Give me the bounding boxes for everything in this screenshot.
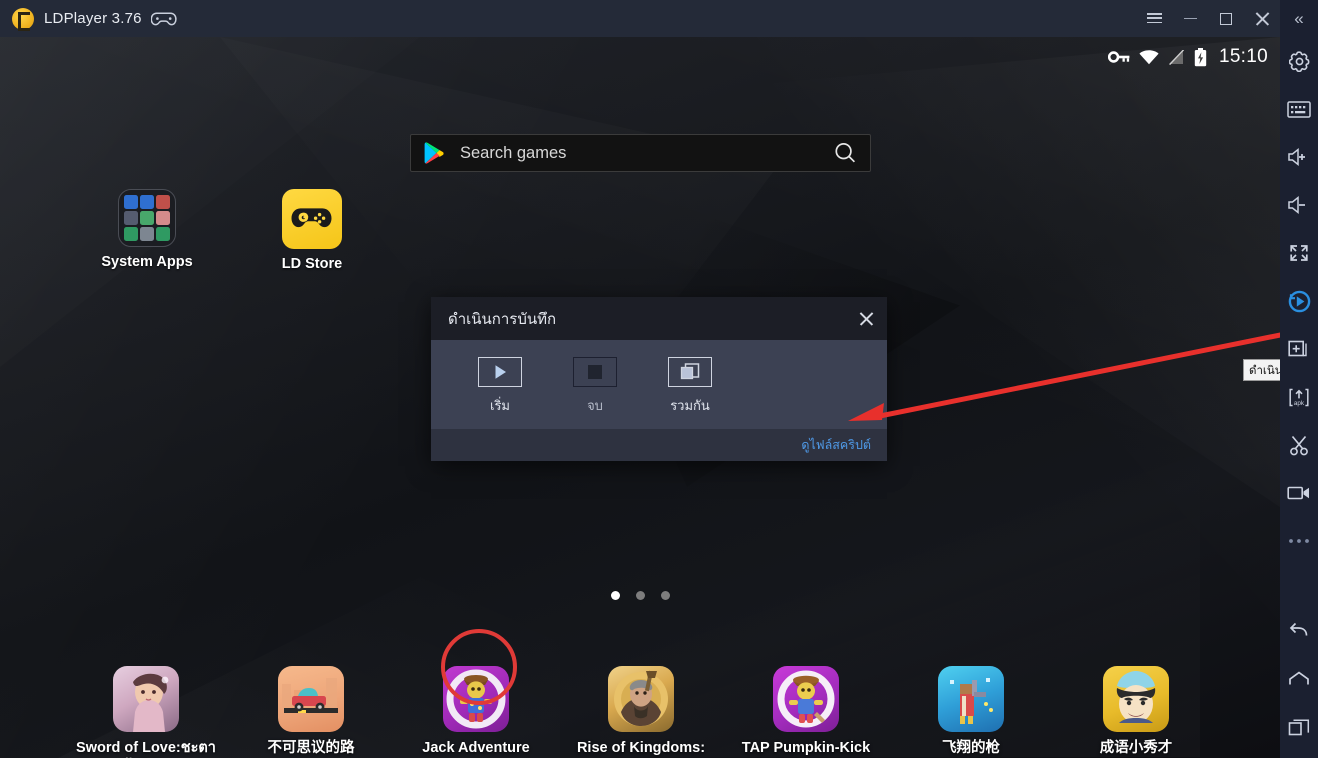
android-screen: 15:10 Search games System Apps LD Store … [0,37,1280,758]
impossible-road-icon [278,666,344,732]
svg-text:apk: apk [1294,400,1305,407]
sidebar-tooltip: ดำเนินการการบันทึก [1243,359,1280,381]
sword-of-love-icon [113,666,179,732]
stop-icon [573,357,617,387]
close-icon[interactable] [1244,0,1280,37]
dialog-title: ดำเนินการบันทึก [448,310,557,328]
rise-of-kingdoms-icon [608,666,674,732]
view-script-file-link[interactable]: ดูไฟล์สคริปต์ [801,435,871,455]
record-start-button[interactable]: เริ่ม [472,357,528,416]
sidebar-item-home[interactable] [1280,654,1318,702]
dock-item-sword-of-love[interactable]: Sword of Love:ชะตาฟ้าลิขิต [71,666,221,758]
battery-charging-icon [1194,47,1207,67]
sidebar-item-recent-apps[interactable] [1280,702,1318,750]
tap-pumpkin-kick-icon [773,666,839,732]
merge-scripts-button[interactable]: รวมกัน [662,357,718,416]
sidebar-item-more[interactable] [1280,517,1318,565]
sidebar-item-scissors[interactable] [1280,421,1318,469]
sidebar-nav-buttons [1280,606,1318,750]
record-stop-button[interactable]: จบ [567,357,623,416]
status-clock: 15:10 [1218,46,1268,67]
page-dot[interactable] [635,591,645,600]
dialog-footer: ดูไฟล์สคริปต์ [431,429,887,461]
dock-item-label: 成语小秀才 [1099,740,1173,756]
page-dot-active[interactable] [610,591,620,600]
search-input-placeholder[interactable]: Search games [460,144,833,163]
right-sidebar: apk [1280,37,1318,758]
system-apps-folder-icon [118,189,176,247]
android-status-bar: 15:10 [1107,37,1280,77]
sidebar-item-keyboard-mapping[interactable] [1280,85,1318,133]
maximize-icon[interactable] [1208,0,1244,37]
sidebar-item-volume-up[interactable] [1280,133,1318,181]
app-title: LDPlayer 3.76 [44,10,142,27]
ldplayer-window: LDPlayer 3.76 « 15:10 Search games Syste… [0,0,1318,758]
sidebar-item-screen-record[interactable] [1280,469,1318,517]
sidebar-item-fullscreen[interactable] [1280,229,1318,277]
close-icon[interactable] [845,297,887,340]
play-icon [478,357,522,387]
dock-item-label: TAP Pumpkin-Kick Jack O'Lantern [741,740,871,756]
red-arrow-annotation [848,332,1280,421]
minimize-icon[interactable] [1172,0,1208,37]
wifi-icon [1139,49,1159,65]
page-indicator [0,591,1280,600]
no-signal-icon [1168,49,1185,65]
key-icon [1107,50,1130,64]
sidebar-item-settings[interactable] [1280,37,1318,85]
sidebar-item-install-apk[interactable]: apk [1280,373,1318,421]
dock-item-label: Sword of Love:ชะตาฟ้าลิขิต [76,740,216,756]
operation-recorder-dialog: ดำเนินการบันทึก เริ่ม จบ รวมกัน ดูไฟล์สค… [431,297,887,705]
desktop-icon-label: System Apps [101,254,193,270]
hamburger-menu-icon[interactable] [1136,0,1172,37]
dock-item-chengyu-xiucai[interactable]: 成语小秀才 [1061,666,1211,757]
sidebar-item-volume-down[interactable] [1280,181,1318,229]
dialog-body: เริ่ม จบ รวมกัน [431,340,887,429]
record-start-label: เริ่ม [490,398,510,413]
dock-item-jack-adventure[interactable]: Jack Adventure [401,666,551,757]
desktop-icon-ld-store[interactable]: LD Store [244,189,380,273]
jack-adventure-icon [443,666,509,732]
gamepad-icon [150,11,177,27]
search-games-bar[interactable]: Search games [410,134,871,172]
dock-item-label: Jack Adventure [422,740,530,756]
dock-item-label: 不可思议的路 [267,740,355,756]
google-play-icon [424,142,444,164]
chengyu-xiucai-icon [1103,666,1169,732]
search-icon[interactable] [833,141,857,165]
app-dock: Sword of Love:ชะตาฟ้าลิขิต [0,635,1280,758]
sidebar-item-multi-instance[interactable] [1280,325,1318,373]
merge-scripts-label: รวมกัน [670,398,710,413]
record-stop-label: จบ [587,398,603,413]
dock-item-rise-of-kingdoms[interactable]: Rise of Kingdoms: Lost Crusade [566,666,716,758]
dock-item-impossible-road[interactable]: 不可思议的路 [236,666,386,757]
sidebar-item-operation-recorder[interactable] [1280,277,1318,325]
sidebar-item-back[interactable] [1280,606,1318,654]
dialog-header: ดำเนินการบันทึก [431,297,887,340]
dock-item-label: Rise of Kingdoms: Lost Crusade [576,740,706,756]
dock-item-flying-gun[interactable]: 飞翔的枪 [896,666,1046,757]
merge-copy-icon [668,357,712,387]
window-controls [1136,0,1280,37]
desktop-icon-label: LD Store [281,256,343,272]
ldplayer-logo-icon [12,7,34,31]
ld-store-icon [282,189,342,249]
dock-item-label: 飞翔的枪 [942,740,1000,756]
dock-item-tap-pumpkin-kick[interactable]: TAP Pumpkin-Kick Jack O'Lantern [731,666,881,758]
title-bar: LDPlayer 3.76 [0,0,1280,37]
desktop-icon-system-apps[interactable]: System Apps [79,189,215,271]
flying-gun-icon [938,666,1004,732]
collapse-sidebar-button[interactable]: « [1280,0,1318,37]
page-dot[interactable] [660,591,670,600]
